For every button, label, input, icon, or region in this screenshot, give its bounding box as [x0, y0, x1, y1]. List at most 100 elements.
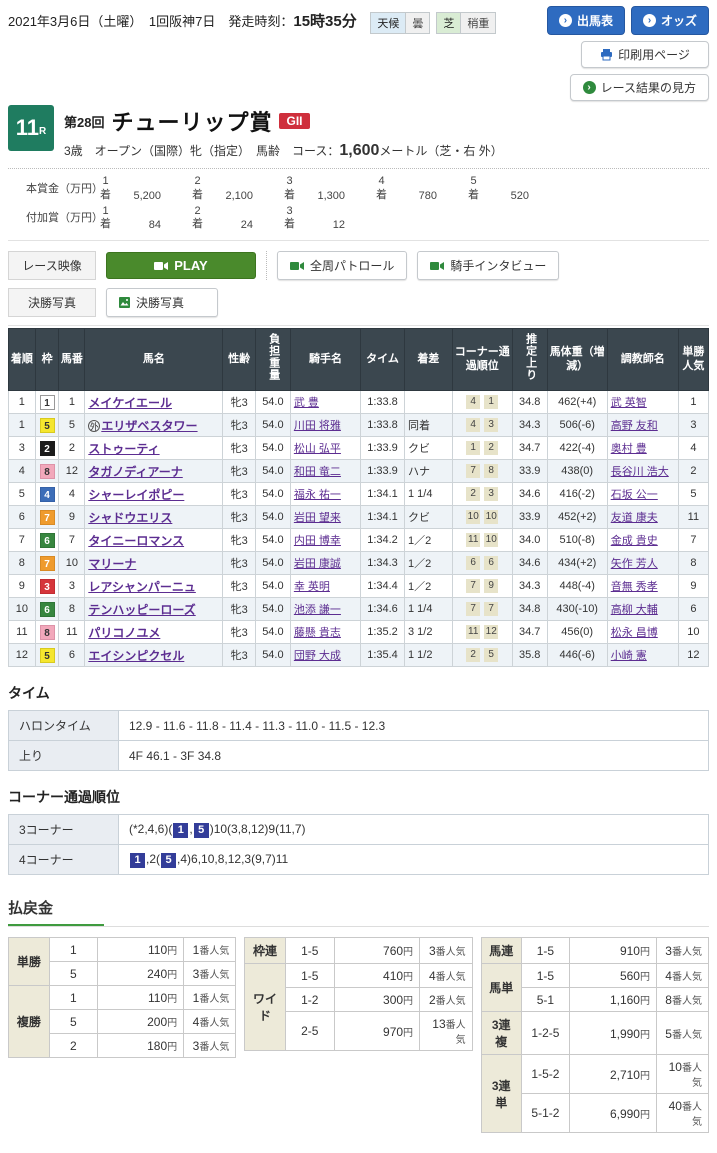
cell-num: 3: [59, 575, 85, 598]
results-header-body: 馬体重（増減）: [547, 329, 607, 391]
jockey-name-link[interactable]: 幸 英明: [294, 581, 330, 593]
trainer-name-link[interactable]: 矢作 芳人: [611, 558, 658, 570]
prize-rank-suffix: 着: [190, 218, 205, 232]
trainer-name-link[interactable]: 音無 秀孝: [611, 581, 658, 593]
horse-name-link[interactable]: タガノディアーナ: [88, 465, 182, 479]
video-camera-icon: [290, 261, 304, 271]
cell-pop: 11: [678, 506, 708, 529]
payout-bet-type: ワイド: [245, 964, 285, 1051]
jockey-name-link[interactable]: 団野 大成: [294, 650, 341, 662]
trainer-name-link[interactable]: 奥村 豊: [611, 443, 647, 455]
furlong-time-label: ハロンタイム: [9, 711, 119, 741]
trainer-name-link[interactable]: 石坂 公一: [611, 489, 658, 501]
cell-agari: 33.9: [512, 506, 547, 529]
horse-name-link[interactable]: マリーナ: [88, 557, 136, 571]
jockey-name-link[interactable]: 和田 竜二: [294, 466, 341, 478]
play-video-button[interactable]: PLAY: [106, 252, 256, 279]
jockey-name-link[interactable]: 福永 祐一: [294, 489, 341, 501]
trainer-name-link[interactable]: 松永 昌博: [611, 627, 658, 639]
trainer-name-link[interactable]: 武 英智: [611, 397, 647, 409]
trainer-name-link[interactable]: 高柳 大輔: [611, 604, 658, 616]
finish-photo-button[interactable]: 決勝写真: [106, 288, 218, 317]
trainer-name-link[interactable]: 友道 康夫: [611, 512, 658, 524]
jockey-name-link[interactable]: 川田 将雅: [294, 420, 341, 432]
cell-waku: 8: [35, 460, 59, 483]
cell-margin: 1 1/4: [404, 598, 452, 621]
prize-rank-suffix: 着: [98, 218, 113, 232]
horse-name-link[interactable]: シャドウエリス: [88, 511, 172, 525]
cell-weight: 54.0: [255, 460, 290, 483]
cell-body: 506(-6): [547, 414, 607, 437]
jockey-name-link[interactable]: 藤懸 貴志: [294, 627, 341, 639]
cell-weight: 54.0: [255, 414, 290, 437]
jockey-interview-button[interactable]: 騎手インタビュー: [417, 251, 559, 280]
horse-name-link[interactable]: シャーレイポピー: [88, 488, 184, 502]
main-prize-row: 本賞金（万円） 1着5,2002着2,1003着1,3004着7805着520: [26, 175, 709, 203]
trainer-name-link[interactable]: 長谷川 浩大: [611, 466, 669, 478]
corner-position-chip: 3: [484, 487, 498, 501]
corner-position-chip: 6: [484, 556, 498, 570]
payout-combination: 5: [49, 1010, 97, 1034]
prize-item: 1着5,200: [98, 175, 190, 203]
horse-name-link[interactable]: タイニーロマンス: [88, 534, 184, 548]
cell-margin: クビ: [404, 437, 452, 460]
cell-trainer: 金成 貴史: [607, 529, 678, 552]
cell-num: 9: [59, 506, 85, 529]
payout-amount: 110円: [98, 938, 184, 962]
payout-row: 3連複1-2-51,990円5番人気: [481, 1012, 708, 1055]
waku-number-badge: 7: [40, 510, 55, 525]
waku-number-badge: 7: [40, 556, 55, 571]
cell-weight: 54.0: [255, 575, 290, 598]
arrow-circle-icon: ›: [583, 81, 596, 94]
popularity-suffix: 番人気: [436, 972, 466, 983]
horse-name-link[interactable]: レアシャンパーニュ: [88, 580, 196, 594]
results-header-label: 性齢: [228, 353, 250, 365]
cell-waku: 3: [35, 575, 59, 598]
horse-name-link[interactable]: テンハッピーローズ: [88, 603, 195, 617]
trainer-name-link[interactable]: 小崎 憲: [611, 650, 647, 662]
trainer-name-link[interactable]: 高野 友和: [611, 420, 658, 432]
payout-popularity: 2番人気: [420, 988, 473, 1012]
payout-amount: 2,710円: [570, 1055, 657, 1094]
patrol-video-button[interactable]: 全周パトロール: [277, 251, 407, 280]
jockey-name-link[interactable]: 松山 弘平: [294, 443, 341, 455]
popularity-suffix: 番人気: [199, 946, 229, 957]
corner-position-chip: 11: [466, 625, 480, 639]
winner-number-chip: 1: [173, 823, 188, 838]
payout-amount: 200円: [98, 1010, 184, 1034]
entry-table-button[interactable]: ›出馬表: [547, 6, 625, 35]
cell-trainer: 長谷川 浩大: [607, 460, 678, 483]
cell-time: 1:35.4: [361, 644, 405, 667]
cell-num: 10: [59, 552, 85, 575]
payout-amount: 1,990円: [570, 1012, 657, 1055]
yen-suffix: 円: [640, 1030, 650, 1041]
horse-name-link[interactable]: エリザベスタワー: [101, 419, 197, 433]
trainer-name-link[interactable]: 金成 貴史: [611, 535, 658, 547]
prize-item: 2着2,100: [190, 175, 282, 203]
cell-margin: 同着: [404, 414, 452, 437]
payout-row: 単勝1110円1番人気: [9, 938, 236, 962]
payout-amount: 240円: [98, 962, 184, 986]
cell-waku: 6: [35, 529, 59, 552]
horse-name-link[interactable]: メイケイエール: [88, 396, 172, 410]
jockey-name-link[interactable]: 岩田 康誠: [294, 558, 341, 570]
horse-name-link[interactable]: ストゥーティ: [88, 442, 159, 456]
race-date-line: 2021年3月6日（土曜） 1回阪神7日 発走時刻：15時35分 天候 曇 芝 …: [8, 6, 496, 101]
cell-corner: 41: [452, 391, 512, 414]
jockey-name-link[interactable]: 武 豊: [294, 397, 319, 409]
cell-waku: 7: [35, 506, 59, 529]
result-guide-button[interactable]: ›レース結果の見方: [570, 74, 709, 101]
payout-row: 馬連1-5910円3番人気: [481, 938, 708, 964]
results-header-num: 馬番: [59, 329, 85, 391]
jockey-name-link[interactable]: 池添 謙一: [294, 604, 341, 616]
jockey-name-link[interactable]: 内田 博幸: [294, 535, 341, 547]
horse-name-link[interactable]: エイシンピクセル: [88, 649, 184, 663]
odds-button[interactable]: ›オッズ: [631, 6, 709, 35]
race-title: チューリップ賞: [111, 105, 272, 137]
print-page-button[interactable]: 印刷用ページ: [581, 41, 709, 68]
prize-item: 3着12: [282, 205, 374, 233]
yen-suffix: 円: [640, 1110, 650, 1121]
jockey-name-link[interactable]: 岩田 望来: [294, 512, 341, 524]
horse-name-link[interactable]: パリコノユメ: [88, 626, 160, 640]
results-header-agari: 推定上り: [512, 329, 547, 391]
